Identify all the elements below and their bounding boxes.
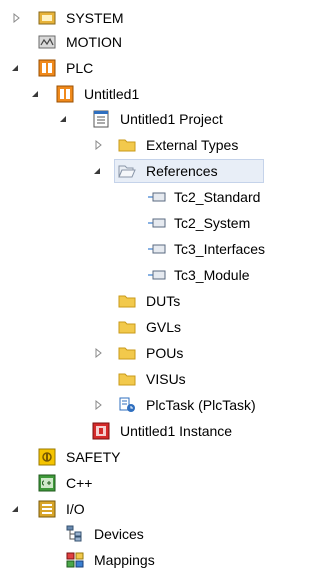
tree-item-motion[interactable]: MOTION <box>0 30 285 54</box>
tree-item-duts[interactable]: DUTs <box>0 289 285 313</box>
tree-item-plctask[interactable]: PlcTask (PlcTask) <box>0 393 285 417</box>
expand-arrow-icon[interactable] <box>94 140 104 150</box>
expand-arrow-icon[interactable] <box>94 400 104 410</box>
tree-item-label: Tc3_Module <box>174 267 250 283</box>
tree-item-reference[interactable]: Tc3_Module <box>0 263 285 287</box>
tree-item-devices[interactable]: Devices <box>0 522 285 546</box>
library-reference-icon <box>148 214 166 232</box>
devices-icon <box>66 525 84 543</box>
tree-item-external-types[interactable]: External Types <box>0 133 285 157</box>
tree-item-label: DUTs <box>146 293 181 309</box>
solution-tree: SYSTEM MOTION PLC Untitled1 Untitled1 Pr… <box>0 0 285 573</box>
tree-item-label: References <box>146 163 218 179</box>
tree-item-plc[interactable]: PLC <box>0 56 285 80</box>
tree-item-system[interactable]: SYSTEM <box>0 6 285 30</box>
expand-arrow-icon[interactable] <box>12 13 22 23</box>
folder-icon <box>118 344 136 362</box>
plc-project-icon <box>56 85 74 103</box>
collapse-arrow-icon[interactable] <box>10 504 20 514</box>
tree-item-label: Devices <box>94 526 144 542</box>
library-reference-icon <box>148 240 166 258</box>
motion-icon <box>38 33 56 51</box>
tree-item-label: POUs <box>146 345 184 361</box>
instance-icon <box>92 422 110 440</box>
tree-item-label: GVLs <box>146 319 182 335</box>
tree-item-label: MOTION <box>66 34 122 50</box>
tree-item-io[interactable]: I/O <box>0 497 285 521</box>
tree-item-reference[interactable]: Tc2_Standard <box>0 185 285 209</box>
tree-item-label: C++ <box>66 475 93 491</box>
folder-icon <box>118 136 136 154</box>
project-document-icon <box>92 110 110 128</box>
safety-icon <box>38 448 56 466</box>
collapse-arrow-icon[interactable] <box>10 63 20 73</box>
tree-item-label: PlcTask (PlcTask) <box>146 397 256 413</box>
tree-item-untitled1-project[interactable]: Untitled1 Project <box>0 107 285 131</box>
task-icon <box>118 396 136 414</box>
tree-item-label: Tc2_System <box>174 215 251 231</box>
tree-item-mappings[interactable]: Mappings <box>0 548 285 572</box>
tree-item-gvls[interactable]: GVLs <box>0 315 285 339</box>
plc-icon <box>38 59 56 77</box>
library-reference-icon <box>148 266 166 284</box>
tree-item-label: I/O <box>66 501 85 517</box>
tree-item-reference[interactable]: Tc2_System <box>0 211 285 235</box>
folder-icon <box>118 318 136 336</box>
tree-item-label: PLC <box>66 60 94 76</box>
folder-icon <box>118 292 136 310</box>
tree-item-label: Mappings <box>94 552 155 568</box>
collapse-arrow-icon[interactable] <box>58 114 68 124</box>
tree-item-cpp[interactable]: C++ <box>0 471 285 495</box>
tree-item-label: Tc3_Interfaces <box>174 241 266 257</box>
tree-item-label: SAFETY <box>66 449 121 465</box>
library-reference-icon <box>148 188 166 206</box>
tree-item-label: Tc2_Standard <box>174 189 261 205</box>
collapse-arrow-icon[interactable] <box>30 89 40 99</box>
tree-item-label: VISUs <box>146 371 186 387</box>
tree-item-untitled1[interactable]: Untitled1 <box>0 82 285 106</box>
tree-item-label: Untitled1 <box>84 86 140 102</box>
tree-item-label: Untitled1 Instance <box>120 423 233 439</box>
tree-item-references[interactable]: References <box>0 159 285 183</box>
collapse-arrow-icon[interactable] <box>92 166 102 176</box>
tree-item-label: Untitled1 Project <box>120 111 223 127</box>
tree-item-safety[interactable]: SAFETY <box>0 445 285 469</box>
tree-item-untitled1-instance[interactable]: Untitled1 Instance <box>0 419 285 443</box>
tree-item-visus[interactable]: VISUs <box>0 367 285 391</box>
expand-arrow-icon[interactable] <box>94 348 104 358</box>
folder-icon <box>118 370 136 388</box>
mappings-icon <box>66 551 84 569</box>
tree-item-pous[interactable]: POUs <box>0 341 285 365</box>
open-folder-icon <box>118 162 136 180</box>
io-icon <box>38 500 56 518</box>
tree-item-label: SYSTEM <box>66 10 124 26</box>
cpp-icon <box>38 474 56 492</box>
tree-item-reference[interactable]: Tc3_Interfaces <box>0 237 285 261</box>
tree-item-label: External Types <box>146 137 239 153</box>
system-icon <box>38 9 56 27</box>
